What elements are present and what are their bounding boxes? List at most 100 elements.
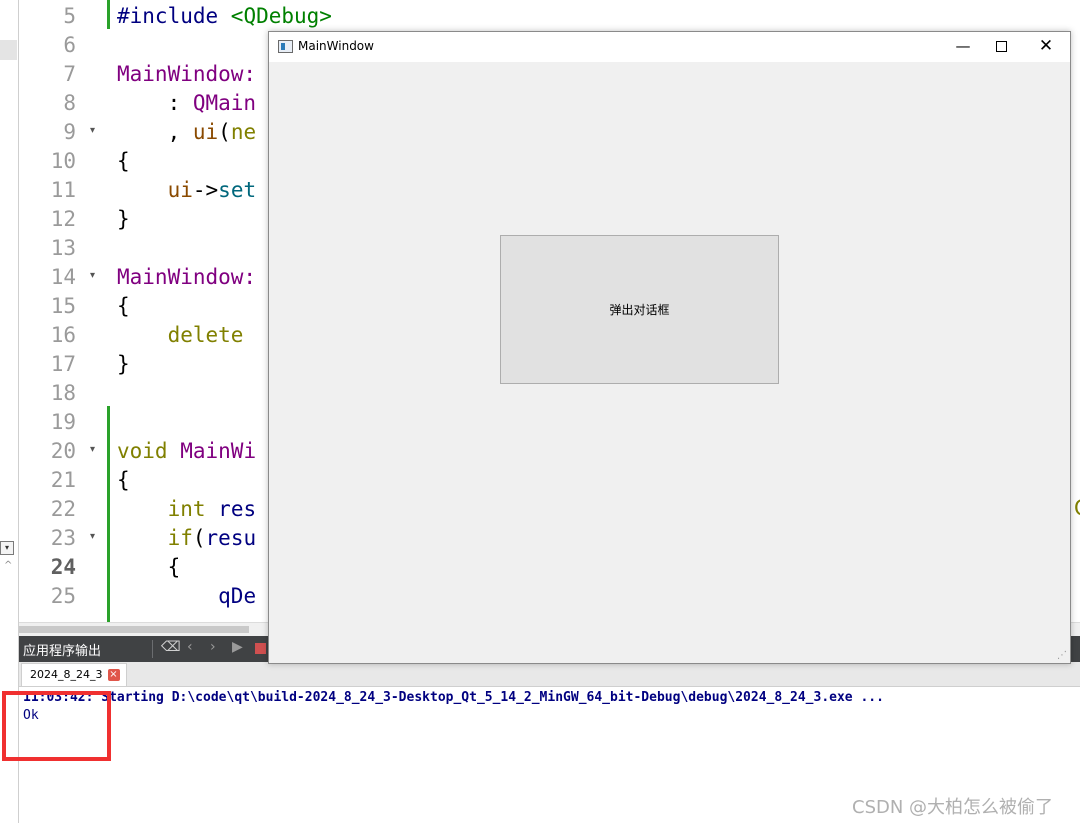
line-number: 18 (50, 381, 76, 405)
code-line: } (117, 350, 130, 379)
code-token: QMain (192, 91, 257, 115)
close-window-button[interactable]: ✕ (1026, 32, 1066, 62)
code-token: ( (218, 120, 231, 144)
mainwindow-app: MainWindow — ✕ 弹出对话框 ⋰ (268, 31, 1071, 664)
scrollbar-thumb[interactable] (19, 626, 249, 633)
code-token: } (117, 352, 130, 376)
code-token: resu (205, 526, 257, 550)
scroll-up-icon[interactable]: ^ (4, 560, 12, 571)
code-token: MainWindow: (117, 62, 257, 86)
collapse-pane-button[interactable]: ▾ (0, 541, 14, 555)
code-line: MainWindow: (117, 60, 256, 89)
code-line: delete (117, 321, 244, 350)
left-sidebar-tab[interactable] (0, 40, 17, 60)
line-number: 20 (50, 439, 76, 463)
line-number: 25 (50, 584, 76, 608)
maximize-button[interactable] (983, 32, 1023, 62)
code-token: -> (192, 178, 219, 202)
line-number: 23 (50, 526, 76, 550)
open-dialog-button[interactable]: 弹出对话框 (500, 235, 779, 384)
line-number: 24 (50, 555, 76, 579)
code-line: MainWindow: (117, 263, 256, 292)
code-token: ui (192, 120, 219, 144)
app-icon (278, 40, 293, 53)
code-token: MainWi (180, 439, 257, 463)
stop-icon[interactable] (255, 643, 266, 654)
code-token: { (117, 294, 130, 318)
code-token: : (117, 91, 193, 115)
code-token: #include (117, 4, 231, 28)
output-start-line: 11:03:42: Starting D:\code\qt\build-2024… (23, 690, 884, 705)
code-token: qDe (218, 584, 257, 608)
line-number: 5 (63, 4, 76, 28)
line-number: 15 (50, 294, 76, 318)
line-number: 10 (50, 149, 76, 173)
code-token: , (117, 120, 193, 144)
line-number: 14 (50, 265, 76, 289)
line-number: 12 (50, 207, 76, 231)
clean-icon[interactable]: ⌫ (161, 639, 181, 655)
line-number: 8 (63, 91, 76, 115)
line-number: 11 (50, 178, 76, 202)
code-line: int res (117, 495, 257, 524)
line-number: 9 (63, 120, 76, 144)
window-titlebar[interactable]: MainWindow — ✕ (269, 32, 1070, 62)
window-title: MainWindow (298, 39, 374, 53)
line-number: 19 (50, 410, 76, 434)
code-token: void (117, 439, 168, 463)
code-token: res (218, 497, 257, 521)
line-number: 13 (50, 236, 76, 260)
code-line: { (117, 147, 130, 176)
line-number: 21 (50, 468, 76, 492)
code-token: ( (192, 526, 206, 550)
fold-arrow-icon[interactable]: ▾ (90, 261, 95, 290)
line-number: 7 (63, 62, 76, 86)
code-line: ui->set (117, 176, 257, 205)
watermark: CSDN @大柏怎么被偷了 (852, 797, 1054, 818)
code-line: { (117, 466, 130, 495)
fold-arrow-icon[interactable]: ▾ (90, 522, 95, 551)
code-token: ui (167, 178, 193, 202)
maximize-icon (996, 41, 1007, 52)
code-peek-char: Q (1074, 494, 1080, 523)
code-line: { (117, 292, 130, 321)
next-icon[interactable]: › (210, 639, 216, 655)
code-token: delete (167, 323, 244, 347)
code-token: ne (230, 120, 257, 144)
line-number: 6 (63, 33, 76, 57)
output-tab-bar: 2024_8_24_3 × (19, 662, 1080, 687)
output-tab-label: 2024_8_24_3 (30, 668, 103, 681)
run-icon[interactable]: ▶ (232, 639, 243, 655)
code-line: if(resu (117, 524, 257, 553)
minimize-button[interactable]: — (943, 32, 983, 62)
previous-icon[interactable]: ‹ (187, 639, 193, 655)
app-icon-detail (281, 43, 285, 50)
line-number: 22 (50, 497, 76, 521)
code-token: set (218, 178, 257, 202)
resize-grip-icon[interactable]: ⋰ (1057, 650, 1067, 661)
code-line: { (117, 553, 181, 582)
change-marker (107, 406, 110, 622)
code-token: if (167, 526, 193, 550)
fold-arrow-icon[interactable]: ▾ (90, 435, 95, 464)
code-token: int (167, 497, 206, 521)
code-line: : QMain (117, 89, 257, 118)
output-tab[interactable]: 2024_8_24_3 × (21, 663, 127, 686)
code-token: { (117, 468, 130, 492)
code-line: } (117, 205, 130, 234)
close-tab-icon[interactable]: × (107, 669, 120, 681)
code-line: , ui(ne (117, 118, 257, 147)
change-marker (107, 0, 110, 29)
highlight-annotation-box (2, 691, 111, 761)
line-number-gutter: 5 6 7 8 9 ▾ 10 11 12 13 14 ▾ 15 16 17 18 19 20 ▾ 21 22 23 ▾ 24 2… (19, 0, 112, 622)
fold-arrow-icon[interactable]: ▾ (90, 116, 95, 145)
code-token: { (117, 555, 181, 579)
code-token: MainWindow: (117, 265, 257, 289)
